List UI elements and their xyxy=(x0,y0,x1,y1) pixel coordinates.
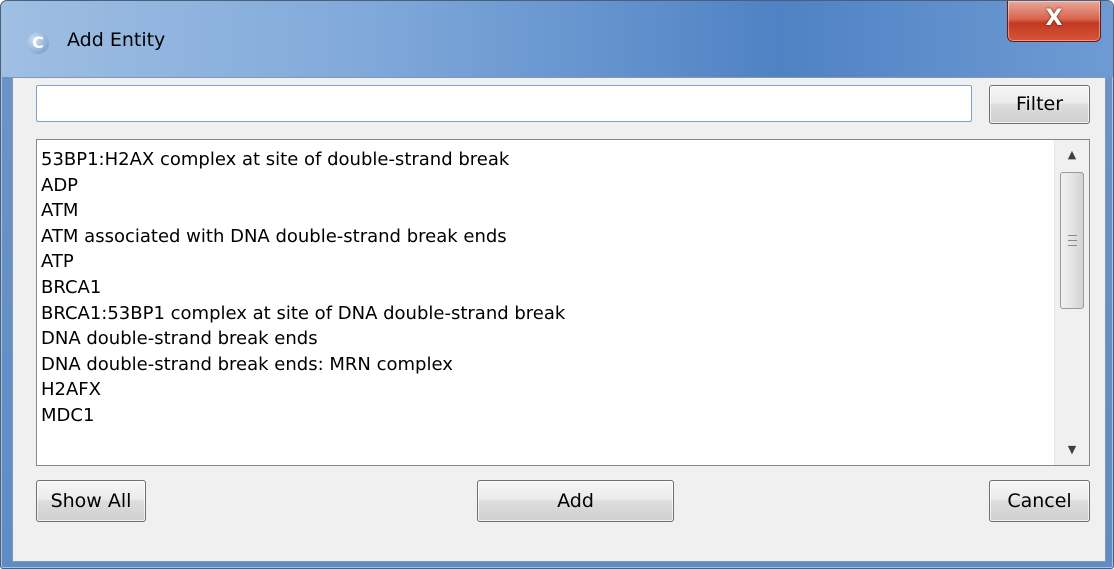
list-item[interactable]: ATP xyxy=(41,249,1051,275)
vertical-scrollbar[interactable]: ▲ ▼ xyxy=(1054,140,1089,465)
show-all-button[interactable]: Show All xyxy=(36,480,146,522)
scroll-thumb[interactable] xyxy=(1060,172,1084,309)
close-button[interactable]: X xyxy=(1007,1,1101,42)
list-item[interactable]: ATM xyxy=(41,198,1051,224)
scroll-down-arrow-icon[interactable]: ▼ xyxy=(1055,435,1089,465)
filter-input[interactable] xyxy=(36,85,972,122)
list-item[interactable]: MDC1 xyxy=(41,403,1051,429)
entity-list[interactable]: 53BP1:H2AX complex at site of double-str… xyxy=(36,139,1090,466)
window-title: Add Entity xyxy=(67,29,166,51)
title-bar[interactable]: C Add Entity X xyxy=(1,1,1113,77)
list-item[interactable]: ATM associated with DNA double-strand br… xyxy=(41,224,1051,250)
list-item[interactable]: DNA double-strand break ends xyxy=(41,326,1051,352)
scroll-up-arrow-icon[interactable]: ▲ xyxy=(1055,140,1089,170)
list-item[interactable]: ADP xyxy=(41,173,1051,199)
add-button[interactable]: Add xyxy=(477,480,674,522)
list-item[interactable]: DNA double-strand break ends: MRN comple… xyxy=(41,352,1051,378)
app-icon: C xyxy=(27,32,49,54)
dialog-body: Filter 53BP1:H2AX complex at site of dou… xyxy=(12,77,1106,562)
grip-icon xyxy=(1068,235,1077,246)
entity-list-items: 53BP1:H2AX complex at site of double-str… xyxy=(41,147,1051,429)
cancel-button[interactable]: Cancel xyxy=(989,480,1090,522)
filter-button[interactable]: Filter xyxy=(989,85,1090,124)
list-item[interactable]: BRCA1 xyxy=(41,275,1051,301)
list-item[interactable]: H2AFX xyxy=(41,377,1051,403)
list-item[interactable]: 53BP1:H2AX complex at site of double-str… xyxy=(41,147,1051,173)
add-entity-dialog: C Add Entity X Filter 53BP1:H2AX complex… xyxy=(0,0,1114,569)
list-item[interactable]: BRCA1:53BP1 complex at site of DNA doubl… xyxy=(41,301,1051,327)
